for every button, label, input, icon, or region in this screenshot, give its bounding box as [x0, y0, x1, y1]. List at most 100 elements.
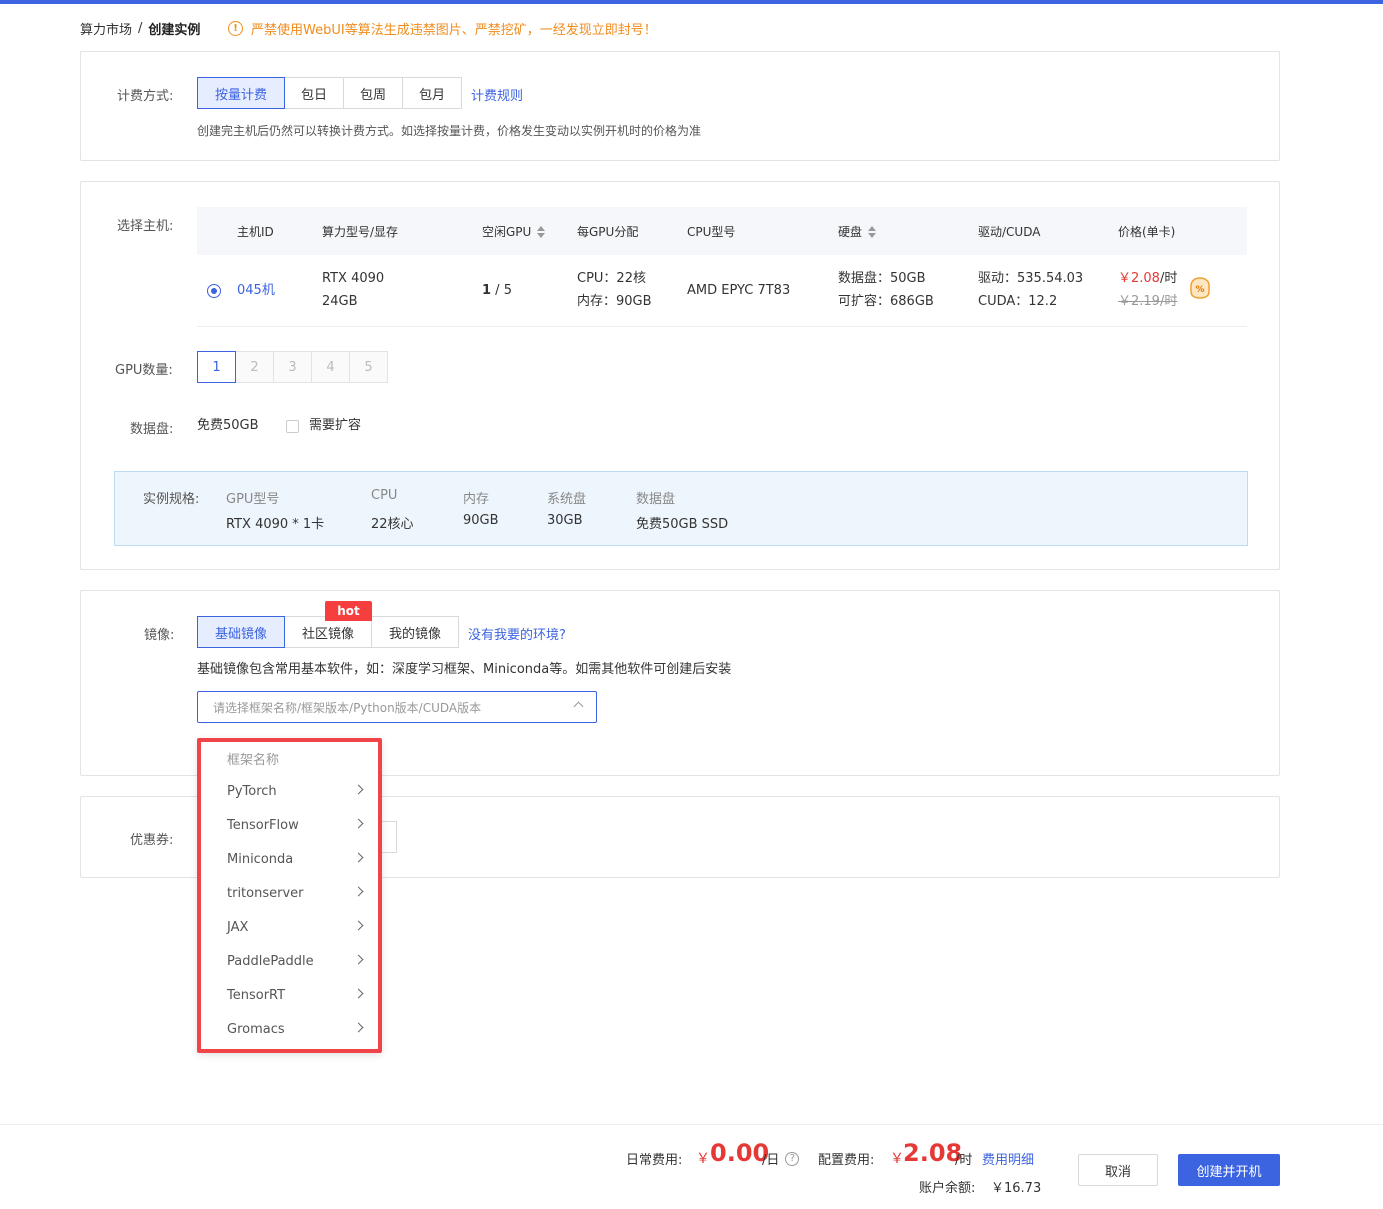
col-disk[interactable]: 硬盘 [838, 223, 877, 240]
billing-option-payg[interactable]: 按量计费 [197, 77, 285, 109]
spec-value: RTX 4090 * 1卡 [226, 517, 325, 532]
billing-option-weekly[interactable]: 包周 [343, 77, 403, 109]
framework-select[interactable]: 请选择框架名称/框架版本/Python版本/CUDA版本 [197, 691, 597, 723]
breadcrumb-separator: / [138, 20, 143, 36]
footer-bar: 日常费用: ￥ 0.00 /日? 配置费用: ￥ 2.08 /时 费用明细 账户… [0, 1124, 1383, 1209]
spec-key: 数据盘 [636, 492, 676, 507]
expand-label[interactable]: 需要扩容 [309, 414, 361, 437]
exclamation-circle-icon: ! [228, 21, 243, 36]
chevron-right-icon [353, 818, 364, 829]
host-card: 选择主机: 主机ID 算力型号/显存 空闲GPU 每GPU分配 CPU型号 硬盘… [80, 181, 1280, 570]
list-item[interactable]: JAX [201, 910, 378, 944]
host-price-old: ￥2.19/时 [1118, 294, 1178, 309]
gpu-count-selector: 1 2 3 4 5 [197, 351, 388, 383]
sort-icon[interactable] [537, 225, 546, 238]
daily-fee-unit-wrap: /日? [762, 1149, 800, 1168]
list-item[interactable]: TensorFlow [201, 808, 378, 842]
list-item-label: Miniconda [227, 851, 294, 867]
list-item-label: PyTorch [227, 783, 277, 799]
list-item-label: Gromacs [227, 1021, 285, 1037]
host-data-disk: 数据盘：50GB [838, 271, 926, 286]
svg-text:%: % [1195, 285, 1204, 295]
host-price-now: ￥2.08 [1118, 271, 1160, 286]
help-icon[interactable]: ? [785, 1151, 800, 1166]
table-row[interactable]: 045机 RTX 4090 24GB 1 / 5 CPU：22核 内存：90GB… [197, 255, 1247, 327]
gpu-count-option: 3 [273, 351, 312, 383]
billing-rules-link[interactable]: 计费规则 [471, 85, 523, 104]
spec-key: 系统盘 [547, 492, 587, 507]
tab-base-image[interactable]: 基础镜像 [197, 616, 285, 648]
billing-option-monthly[interactable]: 包月 [402, 77, 462, 109]
chevron-right-icon [353, 852, 364, 863]
host-label: 选择主机: [117, 219, 174, 234]
top-accent-bar [0, 0, 1383, 4]
daily-fee-amount: 0.00 [710, 1139, 770, 1167]
spec-label: 实例规格: [143, 492, 200, 507]
list-item[interactable]: TensorRT [201, 978, 378, 1012]
config-fee-label: 配置费用: [818, 1153, 875, 1168]
list-item-label: tritonserver [227, 885, 304, 901]
tab-my-image[interactable]: 我的镜像 [371, 616, 459, 648]
spec-key: 内存 [463, 492, 490, 507]
chevron-up-icon [573, 701, 584, 712]
list-item[interactable]: tritonserver [201, 876, 378, 910]
spec-value: 免费50GB SSD [636, 517, 729, 532]
warning-text: 严禁使用WebUI等算法生成违禁图片、严禁挖矿，一经发现立即封号！ [251, 23, 657, 38]
cancel-button[interactable]: 取消 [1078, 1154, 1158, 1186]
host-vram: 24GB [322, 294, 358, 309]
spec-value: 30GB [547, 513, 583, 528]
list-item[interactable]: Miniconda [201, 842, 378, 876]
data-disk-label: 数据盘: [130, 422, 174, 437]
list-item[interactable]: PaddlePaddle [201, 944, 378, 978]
billing-option-daily[interactable]: 包日 [284, 77, 344, 109]
spec-value: 90GB [463, 513, 499, 528]
hot-badge: hot [325, 601, 372, 621]
chevron-right-icon [353, 886, 364, 897]
billing-options: 按量计费 包日 包周 包月 [197, 77, 462, 109]
config-fee-amount: 2.08 [903, 1139, 963, 1167]
daily-fee-currency: ￥ [696, 1151, 710, 1167]
col-gpu-model: 算力型号/显存 [322, 225, 399, 239]
host-id-link[interactable]: 045机 [237, 279, 275, 302]
balance-value: ￥16.73 [991, 1181, 1042, 1196]
list-item[interactable]: PyTorch [201, 774, 378, 808]
col-free-gpu-label: 空闲GPU [482, 225, 532, 239]
spec-key: CPU [371, 488, 398, 503]
host-price-cell: ￥2.08/时 ￥2.19/时 [1118, 267, 1177, 313]
dropdown-header: 框架名称 [227, 753, 280, 768]
list-item-label: PaddlePaddle [227, 953, 314, 969]
chevron-right-icon [353, 988, 364, 999]
host-free-gpu: 1 [482, 283, 492, 298]
balance-label: 账户余额: [919, 1181, 976, 1196]
host-cuda: CUDA：12.2 [978, 294, 1058, 309]
billing-hint: 创建完主机后仍然可以转换计费方式。如选择按量计费，价格发生变动以实例开机时的价格… [197, 124, 702, 138]
host-radio[interactable] [207, 284, 221, 298]
expand-checkbox[interactable] [286, 420, 299, 433]
host-expandable: 可扩容：686GB [838, 294, 934, 309]
create-and-start-button[interactable]: 创建并开机 [1178, 1154, 1280, 1186]
breadcrumb: 算力市场 / 创建实例 [80, 19, 201, 38]
breadcrumb-parent[interactable]: 算力市场 [80, 19, 132, 38]
host-driver-cell: 驱动：535.54.03 CUDA：12.2 [978, 267, 1083, 313]
config-fee-unit: /时 [955, 1153, 973, 1168]
list-item[interactable]: Gromacs [201, 1012, 378, 1046]
chevron-right-icon [353, 920, 364, 931]
list-item-label: TensorFlow [227, 817, 299, 833]
host-table-header: 主机ID 算力型号/显存 空闲GPU 每GPU分配 CPU型号 硬盘 驱动/CU… [197, 207, 1247, 255]
framework-dropdown: 框架名称 PyTorch TensorFlow Miniconda triton… [197, 738, 382, 1053]
list-item-label: TensorRT [227, 987, 286, 1003]
col-driver-cuda: 驱动/CUDA [978, 225, 1041, 239]
discount-icon: % [1190, 277, 1210, 299]
col-free-gpu[interactable]: 空闲GPU [482, 223, 546, 240]
spec-panel: 实例规格: GPU型号 RTX 4090 * 1卡 CPU 22核心 内存 90… [114, 471, 1248, 546]
sort-icon[interactable] [868, 225, 877, 238]
col-price: 价格(单卡) [1118, 225, 1176, 239]
host-gpu-model: RTX 4090 [322, 271, 385, 286]
host-driver: 驱动：535.54.03 [978, 271, 1084, 286]
chevron-right-icon [353, 954, 364, 965]
breadcrumb-current: 创建实例 [148, 22, 201, 38]
missing-env-link[interactable]: 没有我要的环境? [468, 624, 566, 643]
gpu-count-option[interactable]: 1 [197, 351, 236, 383]
gpu-count-label: GPU数量: [115, 363, 173, 378]
fee-detail-link[interactable]: 费用明细 [982, 1149, 1034, 1168]
